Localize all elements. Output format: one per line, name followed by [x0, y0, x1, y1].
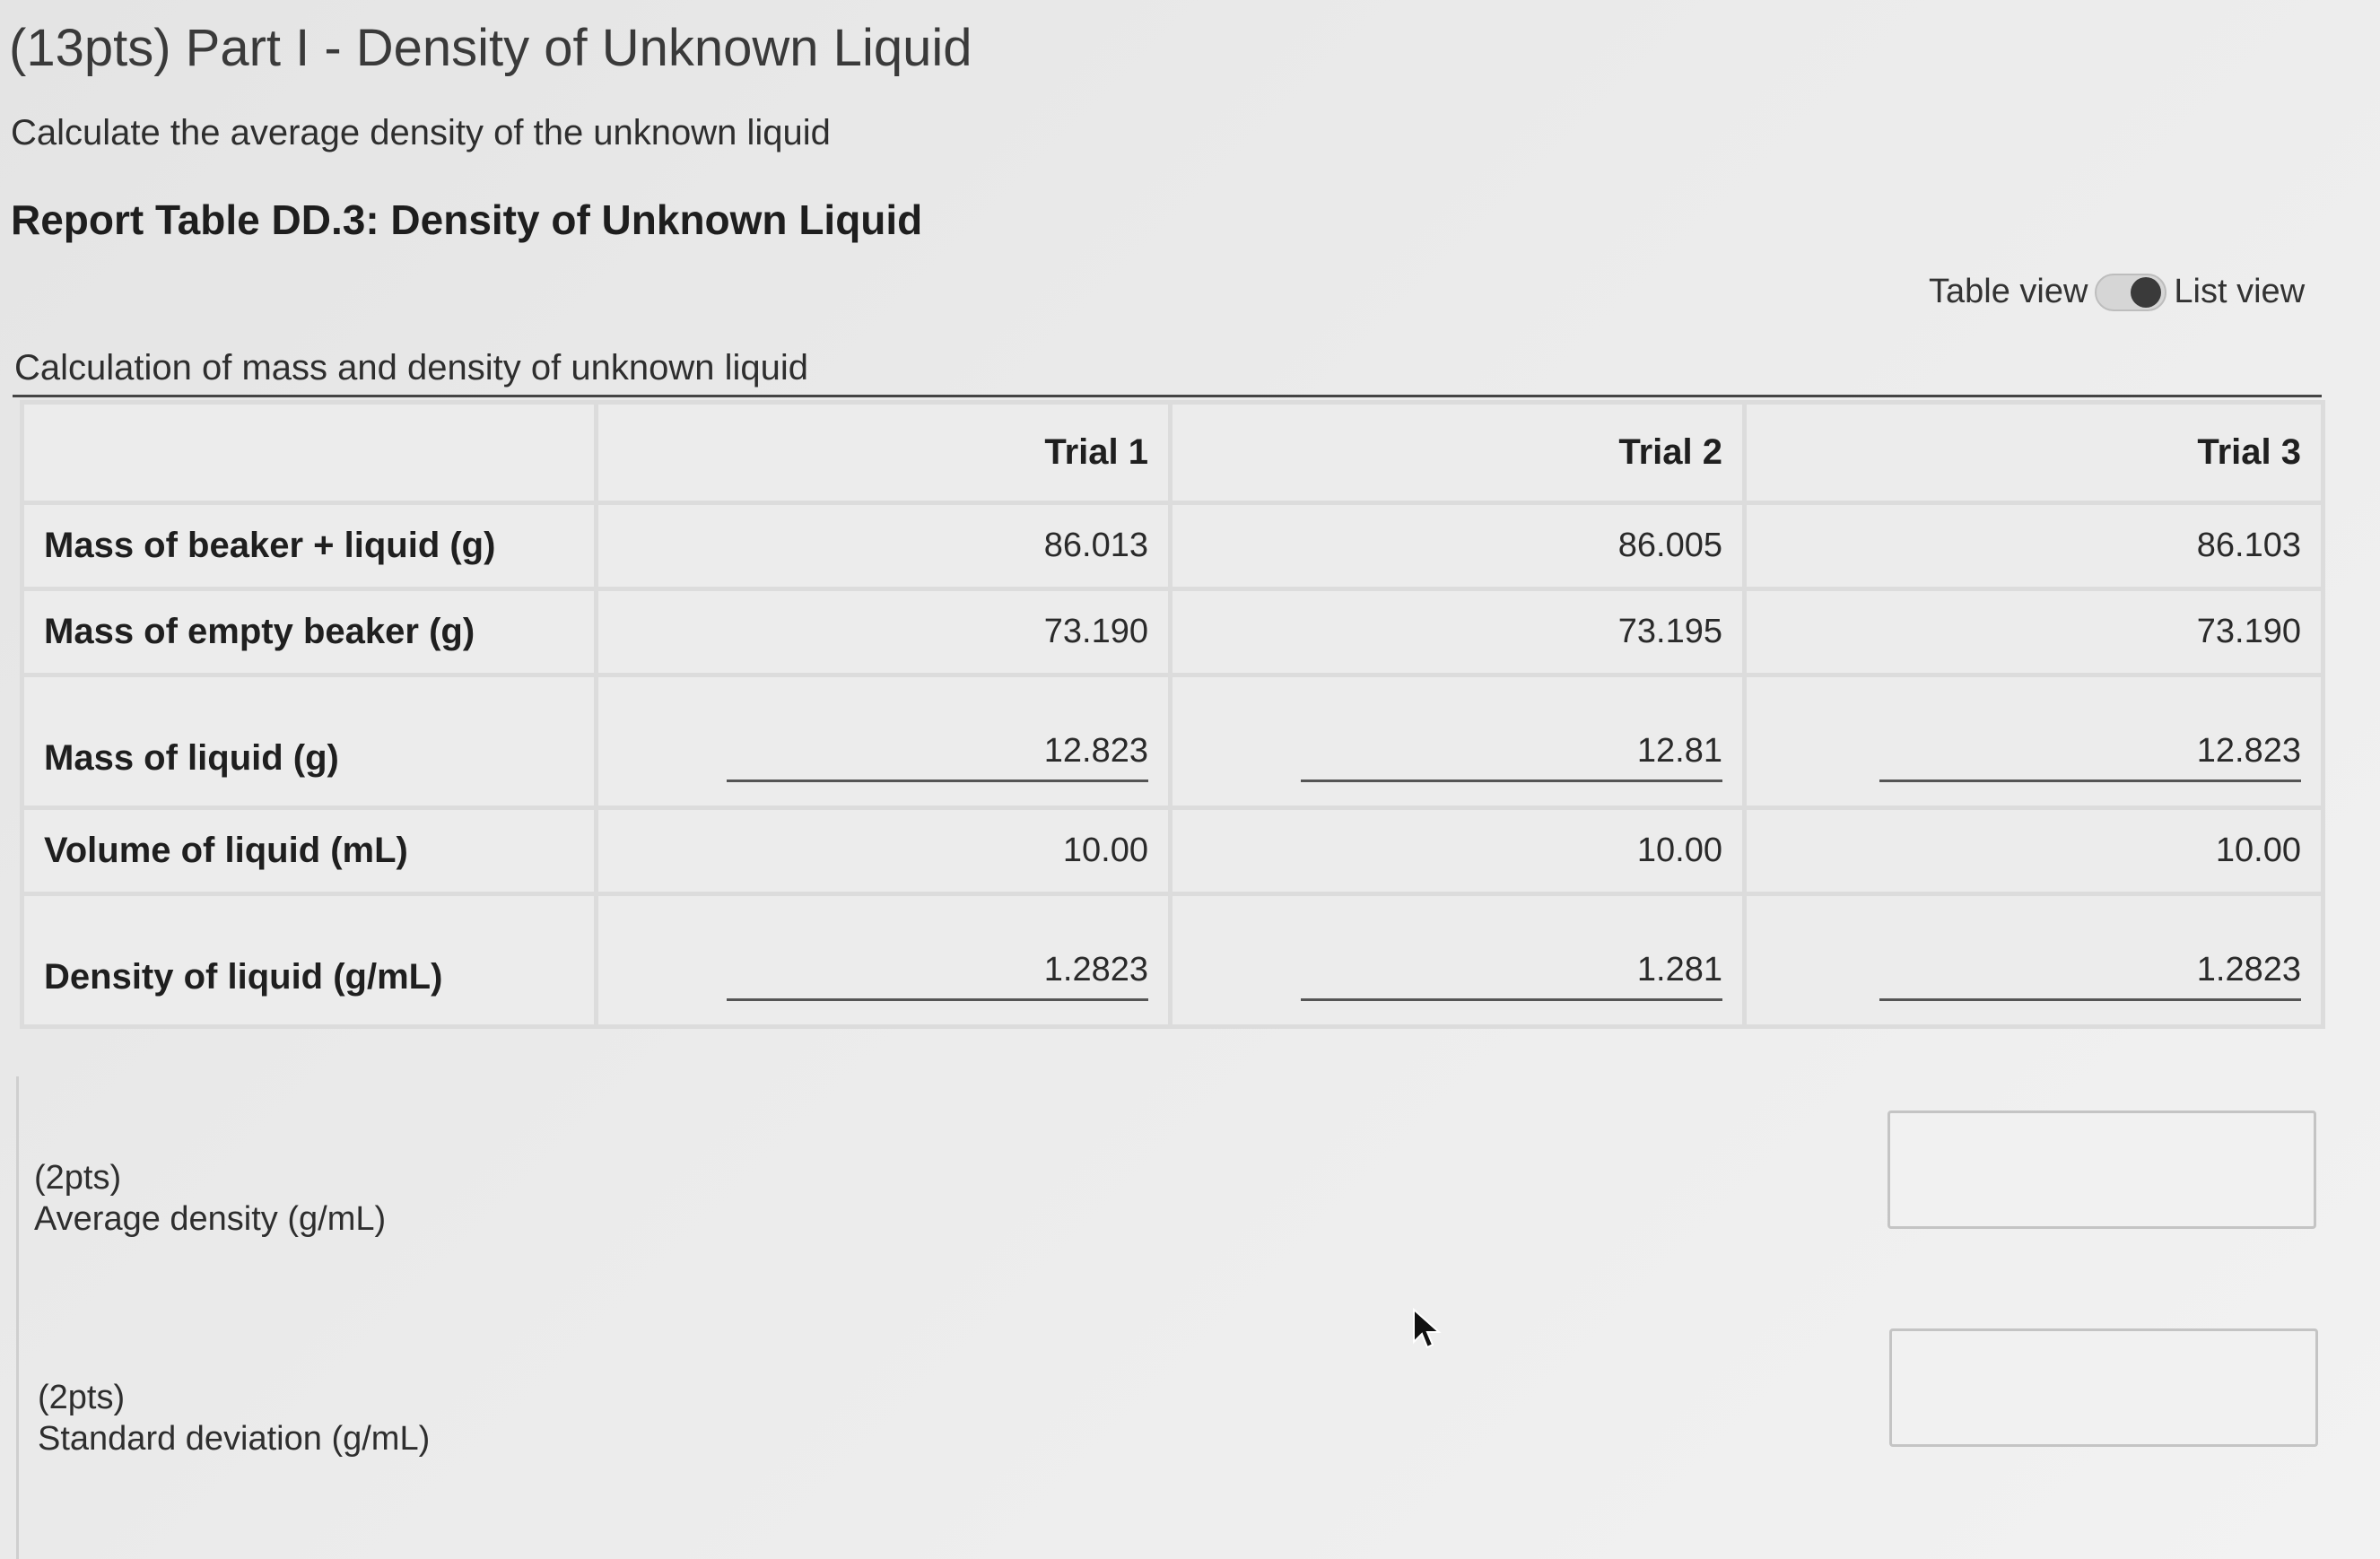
- calc-input[interactable]: 12.81: [1301, 732, 1722, 782]
- cell-value: 10.00: [594, 806, 1173, 896]
- calc-input[interactable]: 1.2823: [1879, 951, 2301, 1001]
- average-density-input[interactable]: [1887, 1110, 2316, 1229]
- calc-cell: 12.81: [1168, 673, 1747, 810]
- cell-value: 86.103: [1742, 501, 2325, 591]
- average-density-question: (2pts) Average density (g/mL): [34, 1157, 386, 1240]
- header-blank: [20, 400, 598, 505]
- table-row: Mass of empty beaker (g) 73.190 73.195 7…: [20, 587, 2325, 677]
- caption-divider: [13, 395, 2322, 397]
- table-row: Mass of beaker + liquid (g) 86.013 86.00…: [20, 501, 2325, 591]
- header-trial-3: Trial 3: [1742, 400, 2325, 505]
- calc-cell: 12.823: [1742, 673, 2325, 810]
- row-label: Mass of beaker + liquid (g): [20, 501, 598, 591]
- row-label: Volume of liquid (mL): [20, 806, 598, 896]
- calc-cell: 1.2823: [594, 892, 1173, 1029]
- standard-deviation-question: (2pts) Standard deviation (g/mL): [38, 1377, 430, 1459]
- table-row: Mass of liquid (g) 12.823 12.81 12.823: [20, 673, 2325, 810]
- calc-cell: 12.823: [594, 673, 1173, 810]
- section-left-border: [16, 1076, 19, 1559]
- calc-input[interactable]: 1.281: [1301, 951, 1722, 1001]
- table-header-row: Trial 1 Trial 2 Trial 3: [20, 400, 2325, 505]
- cell-value: 73.190: [594, 587, 1173, 677]
- calc-input[interactable]: 12.823: [1879, 732, 2301, 782]
- table-row: Volume of liquid (mL) 10.00 10.00 10.00: [20, 806, 2325, 896]
- instructions-text: Calculate the average density of the unk…: [11, 113, 831, 152]
- view-toggle: Table view List view: [1929, 273, 2305, 311]
- cell-value: 10.00: [1742, 806, 2325, 896]
- row-label: Density of liquid (g/mL): [20, 892, 598, 1029]
- cell-value: 86.005: [1168, 501, 1747, 591]
- cell-value: 73.195: [1168, 587, 1747, 677]
- report-table-title: Report Table DD.3: Density of Unknown Li…: [11, 196, 923, 243]
- row-label: Mass of empty beaker (g): [20, 587, 598, 677]
- cell-value: 10.00: [1168, 806, 1747, 896]
- toggle-knob: [2131, 276, 2162, 308]
- average-density-label: Average density (g/mL): [34, 1200, 387, 1238]
- view-toggle-switch[interactable]: [2095, 273, 2167, 311]
- header-trial-2: Trial 2: [1168, 400, 1747, 505]
- standard-deviation-label: Standard deviation (g/mL): [38, 1420, 431, 1458]
- table-view-label[interactable]: Table view: [1929, 273, 2088, 311]
- calc-cell: 1.2823: [1742, 892, 2325, 1029]
- header-trial-1: Trial 1: [594, 400, 1173, 505]
- list-view-label[interactable]: List view: [2174, 273, 2305, 311]
- calc-input[interactable]: 1.2823: [727, 951, 1148, 1001]
- points-label: (2pts): [38, 1379, 126, 1416]
- mouse-pointer-icon: [1412, 1307, 1443, 1351]
- row-label: Mass of liquid (g): [20, 673, 598, 810]
- standard-deviation-input[interactable]: [1889, 1328, 2318, 1447]
- points-label: (2pts): [34, 1159, 122, 1197]
- calc-cell: 1.281: [1168, 892, 1747, 1029]
- cell-value: 73.190: [1742, 587, 2325, 677]
- table-row: Density of liquid (g/mL) 1.2823 1.281 1.…: [20, 892, 2325, 1029]
- table-caption: Calculation of mass and density of unkno…: [14, 348, 808, 388]
- cell-value: 86.013: [594, 501, 1173, 591]
- density-table: Trial 1 Trial 2 Trial 3 Mass of beaker +…: [20, 400, 2325, 1029]
- part-title: (13pts) Part I - Density of Unknown Liqu…: [9, 19, 972, 77]
- calc-input[interactable]: 12.823: [727, 732, 1148, 782]
